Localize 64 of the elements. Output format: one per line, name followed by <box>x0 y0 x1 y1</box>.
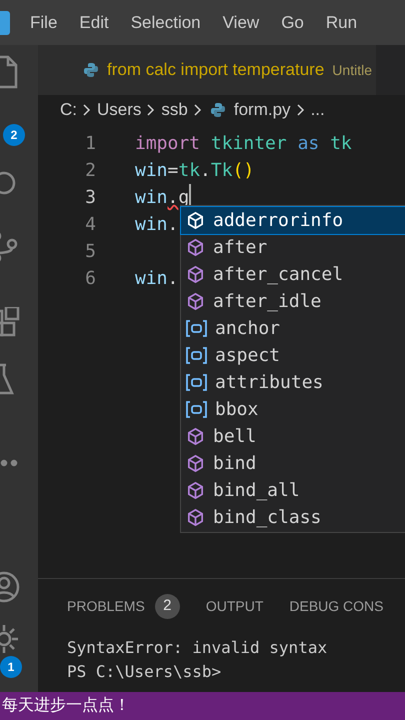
breadcrumb-item[interactable]: ssb <box>161 97 188 123</box>
suggestion-item[interactable]: bind_class <box>181 504 405 531</box>
suggestion-item[interactable]: anchor <box>181 315 405 342</box>
chevron-icon <box>147 104 156 116</box>
cube-icon <box>186 508 205 527</box>
editor-tab[interactable]: from calc import temperature Untitle <box>38 45 376 95</box>
cube-icon <box>186 211 205 230</box>
cube-icon <box>186 481 205 500</box>
suggestion-item[interactable]: after_idle <box>181 288 405 315</box>
line-number: 6 <box>84 267 97 291</box>
field-icon <box>186 374 207 391</box>
notification-badge: 1 <box>0 656 22 678</box>
code-line: win=tk.Tk() <box>135 159 254 183</box>
breadcrumb-item[interactable]: form.py <box>234 97 291 123</box>
suggestion-item[interactable]: bbox <box>181 396 405 423</box>
line-number: 2 <box>84 159 97 183</box>
caption-text: 每天进步一点点！ <box>2 696 130 716</box>
tab-title: from calc import temperature <box>107 59 324 82</box>
panel-tab[interactable]: DEBUG CONS <box>289 596 384 616</box>
code-line: import tkinter as tk <box>135 132 352 156</box>
breadcrumb-item[interactable]: Users <box>97 97 142 123</box>
menu-item[interactable]: Run <box>326 10 358 36</box>
chevron-icon <box>296 104 305 116</box>
code-line: win. <box>135 267 178 291</box>
panel-tab[interactable]: PROBLEMS <box>67 596 145 616</box>
suggestion-item[interactable]: aspect <box>181 342 405 369</box>
cube-icon <box>186 427 205 446</box>
chevron-icon <box>83 104 91 116</box>
line-number: 3 <box>84 186 97 210</box>
chevron-icon <box>194 104 202 116</box>
cube-icon <box>186 454 205 473</box>
menu-item[interactable]: File <box>30 10 58 36</box>
menu-item[interactable]: View <box>222 10 260 36</box>
field-icon <box>186 347 207 364</box>
suggestion-item[interactable]: bind_all <box>181 477 405 504</box>
line-number: 1 <box>84 132 97 156</box>
python-file-icon <box>210 102 226 118</box>
tab-description: Untitle <box>332 60 372 80</box>
terminal-line: SyntaxError: invalid syntax <box>67 637 328 659</box>
breadcrumb-item[interactable]: C: <box>60 97 77 123</box>
code-line: win. <box>135 213 178 237</box>
field-icon <box>186 320 207 337</box>
suggestion-item[interactable]: after_cancel <box>181 261 405 288</box>
menu-item[interactable]: Go <box>281 10 304 36</box>
suggestion-item[interactable]: adderrorinfo <box>181 207 405 234</box>
suggestion-item[interactable]: bell <box>181 423 405 450</box>
menu-item[interactable]: Edit <box>79 10 109 36</box>
count-badge: 2 <box>154 594 180 618</box>
menu-item[interactable]: Selection <box>130 10 201 36</box>
field-icon <box>186 401 207 418</box>
terminal-line: PS C:\Users\ssb> <box>67 661 222 683</box>
cube-icon <box>186 265 205 284</box>
breadcrumb-item[interactable]: ... <box>310 97 325 123</box>
line-number: 5 <box>84 240 97 264</box>
suggestion-item[interactable]: after <box>181 234 405 261</box>
line-number: 4 <box>84 213 97 237</box>
logo-icon <box>0 10 10 34</box>
suggestion-item[interactable]: bind <box>181 450 405 477</box>
cube-icon <box>186 238 205 257</box>
suggestion-item[interactable]: attributes <box>181 369 405 396</box>
notification-badge: 2 <box>3 124 25 146</box>
panel-tab[interactable]: OUTPUT <box>206 596 264 616</box>
cube-icon <box>186 292 205 311</box>
python-file-icon <box>83 62 99 78</box>
